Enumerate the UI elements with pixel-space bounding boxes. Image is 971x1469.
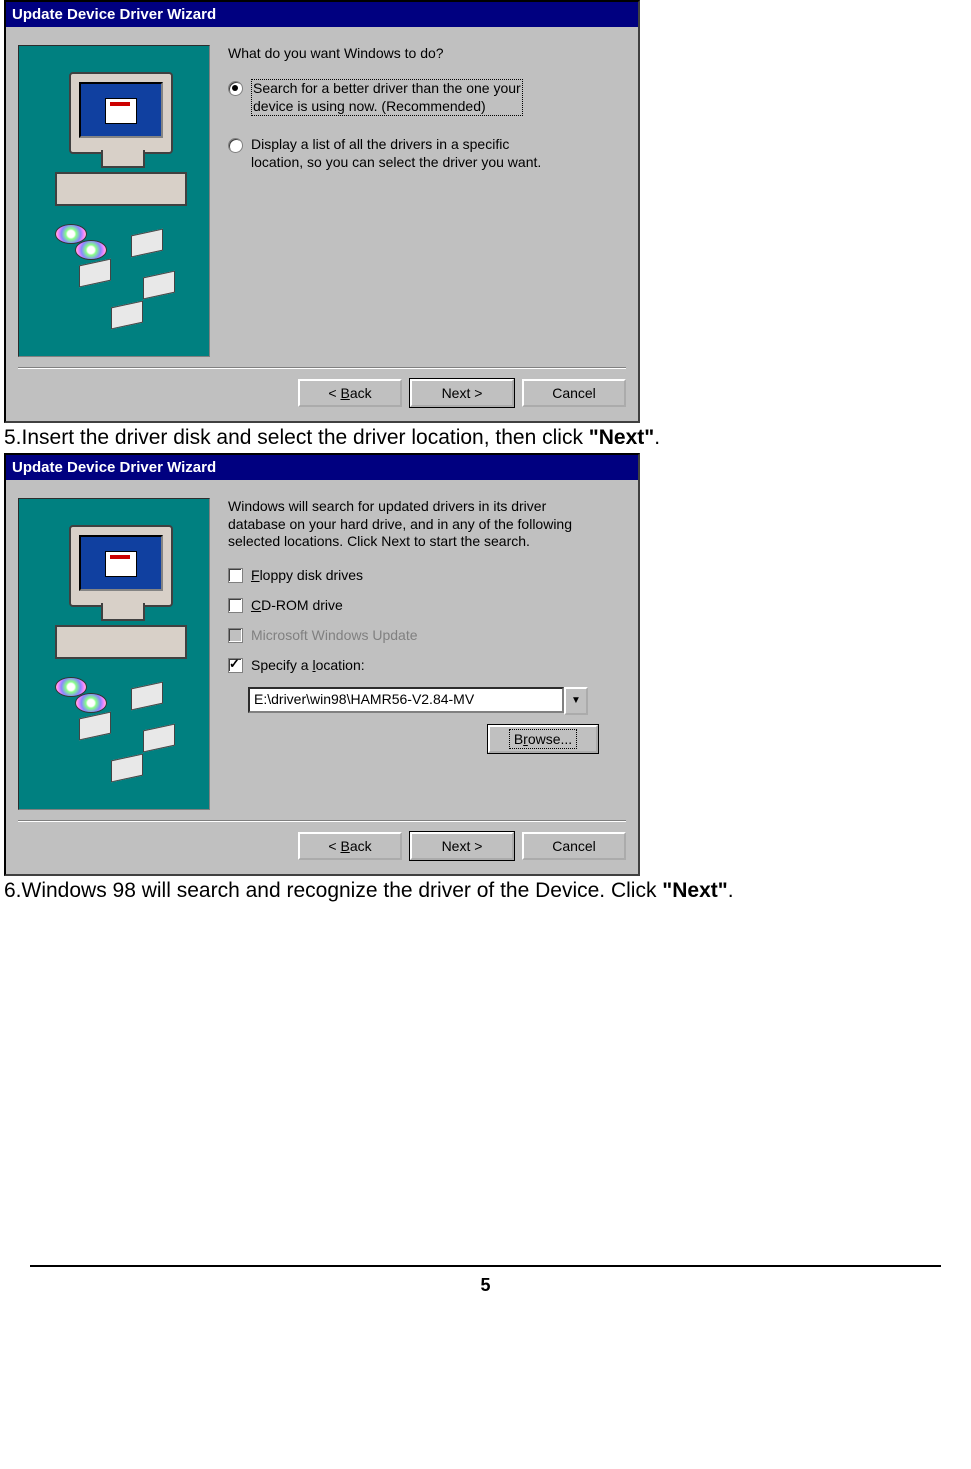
back-button[interactable]: < Back [298,832,402,860]
back-button[interactable]: < Back [298,379,402,407]
wizard-dialog-2: Update Device Driver Wizard Windows will… [4,453,640,876]
checkbox-label: Specify a location: [251,657,365,673]
browse-button[interactable]: Browse... [488,725,598,753]
dialog-title: Update Device Driver Wizard [6,455,638,480]
location-input[interactable]: E:\driver\win98\HAMR56-V2.84-MV [248,687,564,713]
option-label: Search for a better driver than the one … [251,79,523,116]
checkbox-windows-update: Microsoft Windows Update [228,627,626,643]
wizard-dialog-1: Update Device Driver Wizard What do you … [4,0,640,423]
location-combo[interactable]: E:\driver\win98\HAMR56-V2.84-MV ▼ [248,687,588,715]
checkbox-icon [228,568,243,583]
next-button[interactable]: Next > [410,832,514,860]
option-display-list[interactable]: Display a list of all the drivers in a s… [228,136,626,171]
step-6-caption: 6.Windows 98 will search and recognize t… [4,878,971,904]
checkbox-specify-location[interactable]: Specify a location: [228,657,626,673]
radio-icon [228,138,243,153]
step-5-caption: 5.Insert the driver disk and select the … [4,425,971,451]
checkbox-label: CD-ROM drive [251,597,343,613]
cancel-button[interactable]: Cancel [522,379,626,407]
page-number: 5 [30,1265,941,1316]
option-label: Display a list of all the drivers in a s… [251,136,541,171]
wizard-graphic [18,45,210,357]
prompt-text: What do you want Windows to do? [228,45,626,61]
cancel-button[interactable]: Cancel [522,832,626,860]
checkbox-icon [228,628,243,643]
intro-text: Windows will search for updated drivers … [228,498,626,551]
option-search-better[interactable]: Search for a better driver than the one … [228,79,626,116]
dropdown-button[interactable]: ▼ [564,687,588,715]
checkbox-floppy[interactable]: Floppy disk drives [228,567,626,583]
checkbox-label: Floppy disk drives [251,567,363,583]
radio-icon [228,81,243,96]
checkbox-icon [228,658,243,673]
checkbox-cdrom[interactable]: CD-ROM drive [228,597,626,613]
dialog-title: Update Device Driver Wizard [6,2,638,27]
checkbox-icon [228,598,243,613]
next-button[interactable]: Next > [410,379,514,407]
checkbox-label: Microsoft Windows Update [251,627,418,643]
wizard-graphic [18,498,210,810]
